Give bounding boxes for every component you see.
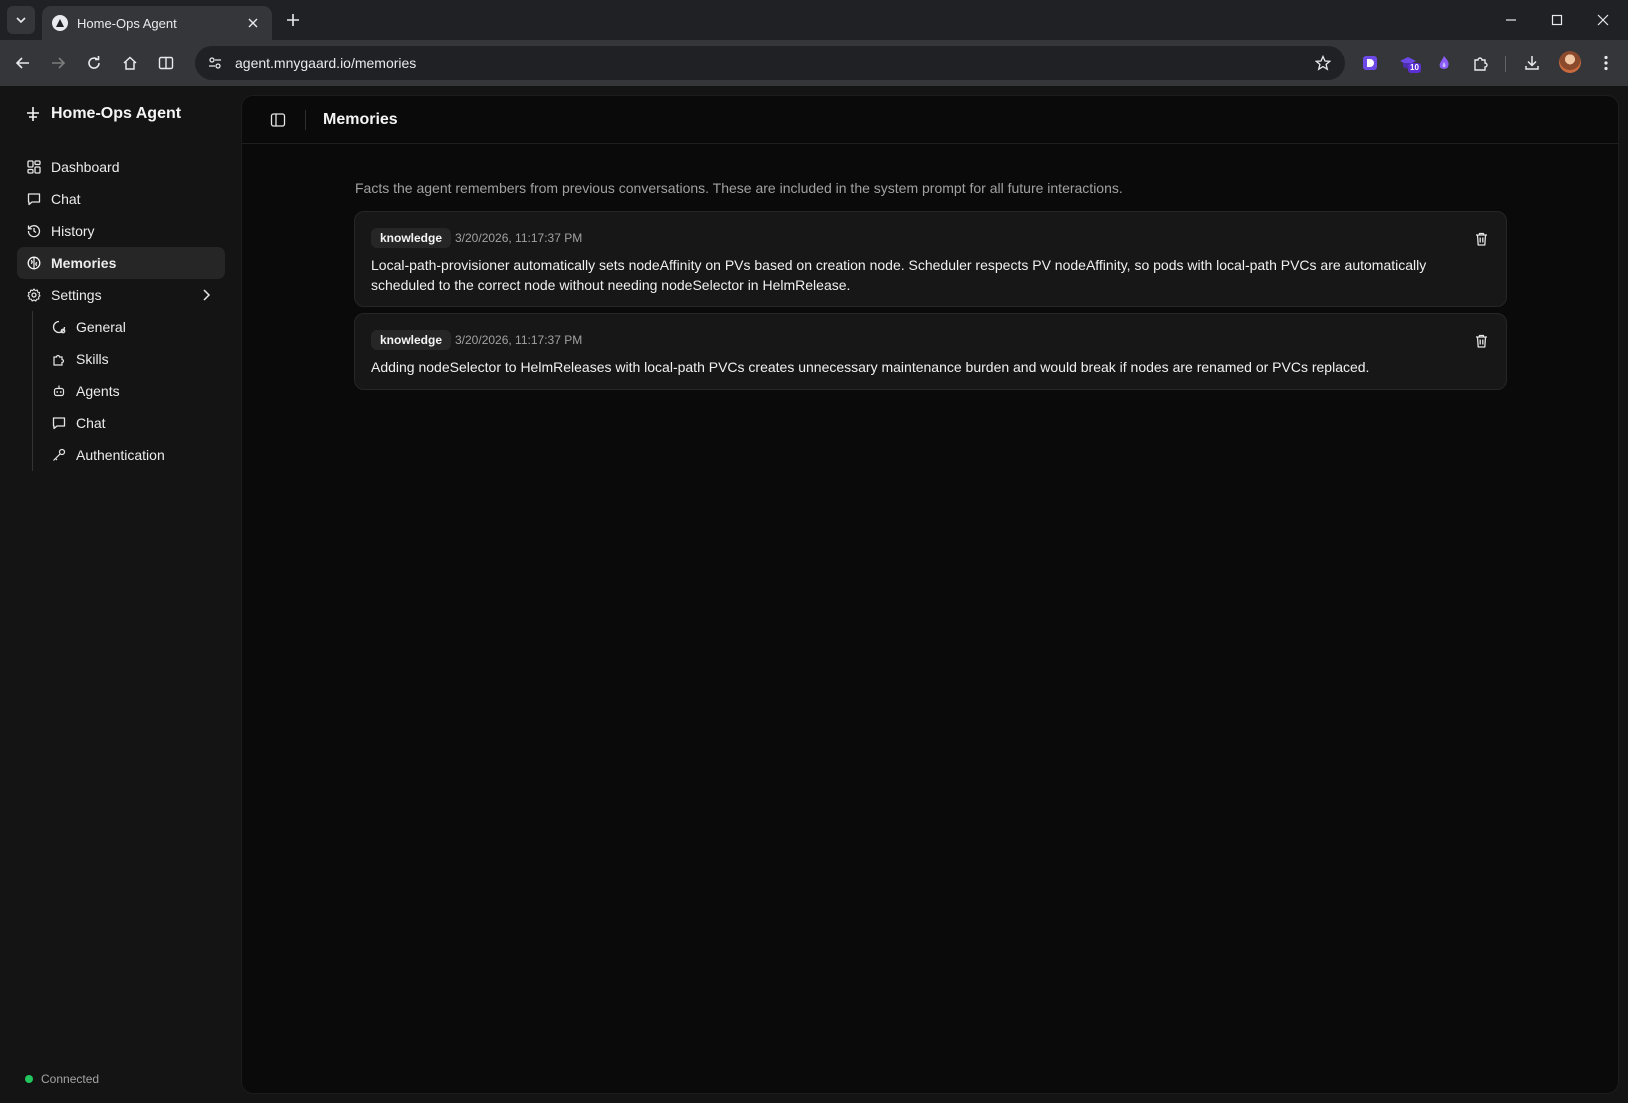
reading-mode-button[interactable] — [152, 49, 180, 77]
arrow-right-icon — [52, 57, 66, 69]
tab-search-button[interactable] — [7, 6, 35, 34]
sidebar-item-settings-chat[interactable]: Chat — [17, 407, 225, 439]
delete-memory-trash-icon[interactable] — [1472, 230, 1490, 248]
sidebar-item-label: Agents — [76, 383, 120, 399]
sidebar-item-authentication[interactable]: Authentication — [17, 439, 225, 471]
memory-category-badge: knowledge — [371, 330, 452, 350]
minimize-button[interactable] — [1488, 0, 1534, 40]
chevron-down-icon — [16, 17, 26, 24]
close-window-button[interactable] — [1580, 0, 1626, 40]
sidebar-item-history[interactable]: History — [17, 215, 225, 247]
extensions-puzzle-icon[interactable] — [1469, 51, 1493, 75]
brand[interactable]: Home-Ops Agent — [24, 105, 181, 123]
page-title: Memories — [323, 111, 398, 128]
sidebar-item-label: Chat — [51, 191, 81, 207]
app-favicon-icon — [52, 15, 68, 31]
sidebar-item-label: Skills — [76, 351, 109, 367]
sidebar-nav: Dashboard Chat History Memories Settings… — [17, 151, 225, 471]
bot-icon — [51, 383, 67, 399]
minimize-icon — [1506, 19, 1516, 21]
toggle-sidebar-button[interactable] — [267, 109, 289, 131]
extension-flame-icon[interactable] — [1432, 51, 1456, 75]
home-button[interactable] — [116, 49, 144, 77]
tab-close-icon[interactable] — [244, 14, 262, 32]
main-panel: Memories Facts the agent remembers from … — [241, 95, 1619, 1094]
plus-icon — [287, 14, 299, 26]
new-tab-button[interactable] — [282, 9, 304, 31]
history-icon — [26, 223, 42, 239]
status-text: Connected — [41, 1072, 100, 1086]
dashboard-icon — [26, 159, 42, 175]
connection-status: Connected — [25, 1072, 99, 1086]
sidebar-item-settings[interactable]: Settings — [17, 279, 225, 311]
gear-icon — [26, 287, 42, 303]
sidebar-item-label: General — [76, 319, 126, 335]
sidebar-item-label: History — [51, 223, 95, 239]
sidebar-item-agents[interactable]: Agents — [17, 375, 225, 407]
sidebar: Home-Ops Agent Dashboard Chat History Me… — [0, 86, 241, 1103]
chevron-right-icon — [199, 288, 213, 302]
settings-cog-icon — [51, 319, 67, 335]
sidebar-item-label: Settings — [51, 287, 102, 303]
chat-icon — [26, 191, 42, 207]
chat-icon — [51, 415, 67, 431]
delete-memory-trash-icon[interactable] — [1472, 332, 1490, 350]
status-dot — [25, 1075, 33, 1083]
reload-icon — [88, 56, 100, 69]
toolbar-separator — [1505, 56, 1506, 72]
address-bar[interactable]: agent.mnygaard.io/memories — [195, 46, 1345, 80]
browser-tab[interactable]: Home-Ops Agent — [42, 6, 272, 40]
memory-card: knowledge 3/20/2026, 11:17:37 PM Local-p… — [354, 211, 1507, 307]
main-header: Memories — [242, 96, 1618, 144]
puzzle-icon — [51, 351, 67, 367]
memory-timestamp: 3/20/2026, 11:17:37 PM — [455, 333, 583, 347]
browser-tab-strip: Home-Ops Agent — [0, 0, 1628, 40]
sidebar-item-skills[interactable]: Skills — [17, 343, 225, 375]
memory-text: Adding nodeSelector to HelmReleases with… — [371, 359, 1370, 375]
memory-text: Local-path-provisioner automatically set… — [371, 257, 1427, 293]
close-icon — [1597, 14, 1609, 26]
sidebar-item-dashboard[interactable]: Dashboard — [17, 151, 225, 183]
site-info-icon[interactable] — [205, 53, 225, 73]
reload-button[interactable] — [80, 49, 108, 77]
extension-graduation-icon[interactable]: 10 — [1396, 51, 1421, 75]
sidebar-item-memories[interactable]: Memories — [17, 247, 225, 279]
forward-button[interactable] — [44, 49, 72, 77]
anchor-logo-icon — [24, 105, 42, 123]
sidebar-item-label: Chat — [76, 415, 106, 431]
browser-menu-icon[interactable] — [1594, 51, 1618, 75]
maximize-button[interactable] — [1534, 0, 1580, 40]
back-button[interactable] — [9, 49, 37, 77]
extension-d-icon[interactable] — [1358, 51, 1382, 75]
arrow-left-icon — [15, 57, 29, 69]
sidebar-item-general[interactable]: General — [17, 311, 225, 343]
book-icon — [158, 56, 174, 70]
sidebar-item-label: Dashboard — [51, 159, 120, 175]
app-shell: Home-Ops Agent Dashboard Chat History Me… — [0, 86, 1628, 1103]
settings-subnav: General Skills Agents Chat Authenticatio… — [17, 311, 225, 471]
extension-badge: 10 — [1408, 63, 1421, 73]
brand-name: Home-Ops Agent — [51, 105, 182, 122]
tab-title: Home-Ops Agent — [77, 15, 177, 31]
memory-timestamp: 3/20/2026, 11:17:37 PM — [455, 231, 583, 245]
sidebar-item-chat[interactable]: Chat — [17, 183, 225, 215]
brain-icon — [26, 255, 42, 271]
url-text[interactable]: agent.mnygaard.io/memories — [235, 55, 1309, 71]
sidebar-item-label: Authentication — [76, 447, 165, 463]
memory-category-badge: knowledge — [371, 228, 452, 248]
browser-toolbar: agent.mnygaard.io/memories 10 — [0, 40, 1628, 86]
panel-left-icon — [270, 113, 286, 127]
sidebar-item-label: Memories — [51, 255, 117, 271]
home-icon — [123, 56, 137, 70]
profile-avatar[interactable] — [1559, 51, 1581, 73]
memory-card: knowledge 3/20/2026, 11:17:37 PM Adding … — [354, 313, 1507, 390]
header-divider — [305, 110, 306, 130]
downloads-icon[interactable] — [1520, 51, 1544, 75]
bookmark-star-icon[interactable] — [1309, 49, 1337, 77]
key-icon — [51, 447, 67, 463]
page-description: Facts the agent remembers from previous … — [355, 180, 1123, 196]
maximize-icon — [1551, 14, 1563, 26]
